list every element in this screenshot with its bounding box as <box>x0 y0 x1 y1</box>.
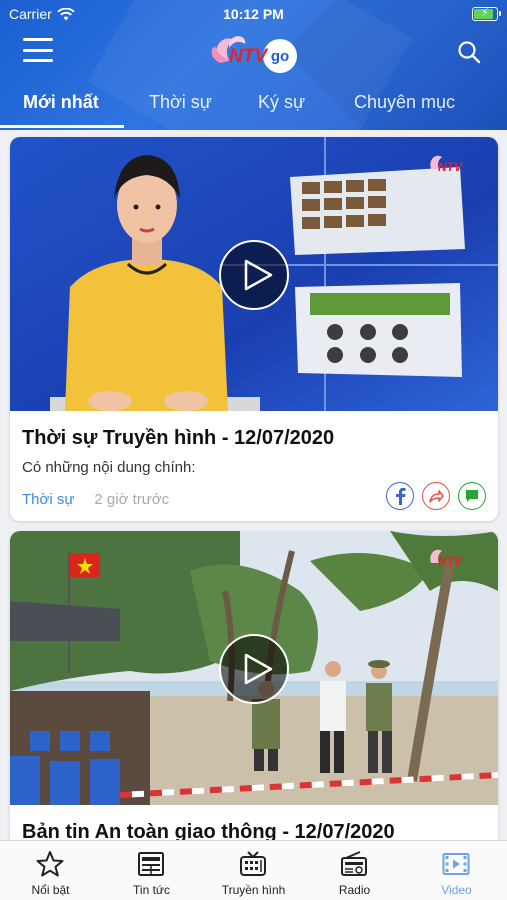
share-actions <box>386 482 486 510</box>
search-icon[interactable] <box>457 40 481 64</box>
status-bar: Carrier 10:12 PM ⚡ <box>0 0 507 30</box>
video-description: Có những nội dung chính: <box>22 459 196 476</box>
nav-truyen-hinh[interactable]: Truyền hình <box>203 841 304 900</box>
ntv-watermark-icon: NTV <box>430 155 463 174</box>
radio-icon <box>341 851 367 876</box>
status-time: 10:12 PM <box>223 6 284 22</box>
play-button[interactable] <box>219 634 289 704</box>
comment-button[interactable] <box>458 482 486 510</box>
svg-text:NTV: NTV <box>438 554 463 568</box>
logo-go-text: go <box>271 48 289 65</box>
comment-icon <box>466 490 478 502</box>
play-icon <box>244 653 273 685</box>
nav-radio[interactable]: Radio <box>304 841 405 900</box>
tab-ky-su[interactable]: Ký sự <box>258 92 305 113</box>
category-link[interactable]: Thời sự <box>22 491 74 508</box>
nav-video[interactable]: Video <box>406 841 507 900</box>
facebook-icon <box>396 487 406 505</box>
share-button[interactable] <box>422 482 450 510</box>
battery-icon: ⚡ <box>472 7 501 21</box>
timestamp: 2 giờ trước <box>94 491 170 508</box>
tab-thoi-su[interactable]: Thời sự <box>149 92 212 113</box>
facebook-share-button[interactable] <box>386 482 414 510</box>
video-title[interactable]: Bản tin An toàn giao thông - 12/07/2020 <box>22 821 395 840</box>
category-tabs: Mới nhất Thời sự Ký sự Chuyên mục <box>0 84 507 130</box>
video-feed[interactable]: NTV Thời sự Truyền hình - 12/07/2020 Có … <box>0 130 507 840</box>
ntv-watermark-icon: NTV <box>430 549 463 568</box>
video-card[interactable]: NTV Thời sự Truyền hình - 12/07/2020 Có … <box>10 137 498 521</box>
video-title[interactable]: Thời sự Truyền hình - 12/07/2020 <box>22 427 334 450</box>
play-icon <box>244 259 273 291</box>
video-card[interactable]: NTV Bản tin An toàn giao thông - 12/07/2… <box>10 531 498 840</box>
svg-text:NTV: NTV <box>438 160 463 174</box>
play-button[interactable] <box>219 240 289 310</box>
tab-chuyen-muc[interactable]: Chuyên mục <box>354 92 455 113</box>
nav-noi-bat[interactable]: Nổi bật <box>0 841 101 900</box>
tv-icon <box>240 851 266 876</box>
video-thumbnail[interactable]: NTV <box>10 531 498 805</box>
app-header: Carrier 10:12 PM ⚡ go NTV Mới nhất Thời … <box>0 0 507 130</box>
bottom-tab-bar: Nổi bật Tin tức Truyền hình Radio Video <box>0 840 507 900</box>
share-arrow-icon <box>429 490 444 503</box>
video-meta: Thời sự 2 giờ trước <box>22 491 169 508</box>
star-icon <box>36 851 64 877</box>
hamburger-menu-button[interactable] <box>23 38 53 62</box>
news-icon <box>138 852 164 876</box>
nav-label: Video <box>441 883 472 897</box>
nav-label: Truyền hình <box>221 883 286 897</box>
nav-label: Tin tức <box>133 883 170 897</box>
tab-moi-nhat[interactable]: Mới nhất <box>23 92 99 113</box>
active-tab-indicator <box>0 125 124 128</box>
ntv-go-logo: go NTV <box>211 36 297 73</box>
nav-label: Nổi bật <box>31 883 70 897</box>
nav-label: Radio <box>338 883 371 897</box>
nav-tin-tuc[interactable]: Tin tức <box>101 841 202 900</box>
video-icon <box>442 853 470 875</box>
logo-ntv-text: NTV <box>229 46 268 67</box>
video-thumbnail[interactable]: NTV <box>10 137 498 411</box>
